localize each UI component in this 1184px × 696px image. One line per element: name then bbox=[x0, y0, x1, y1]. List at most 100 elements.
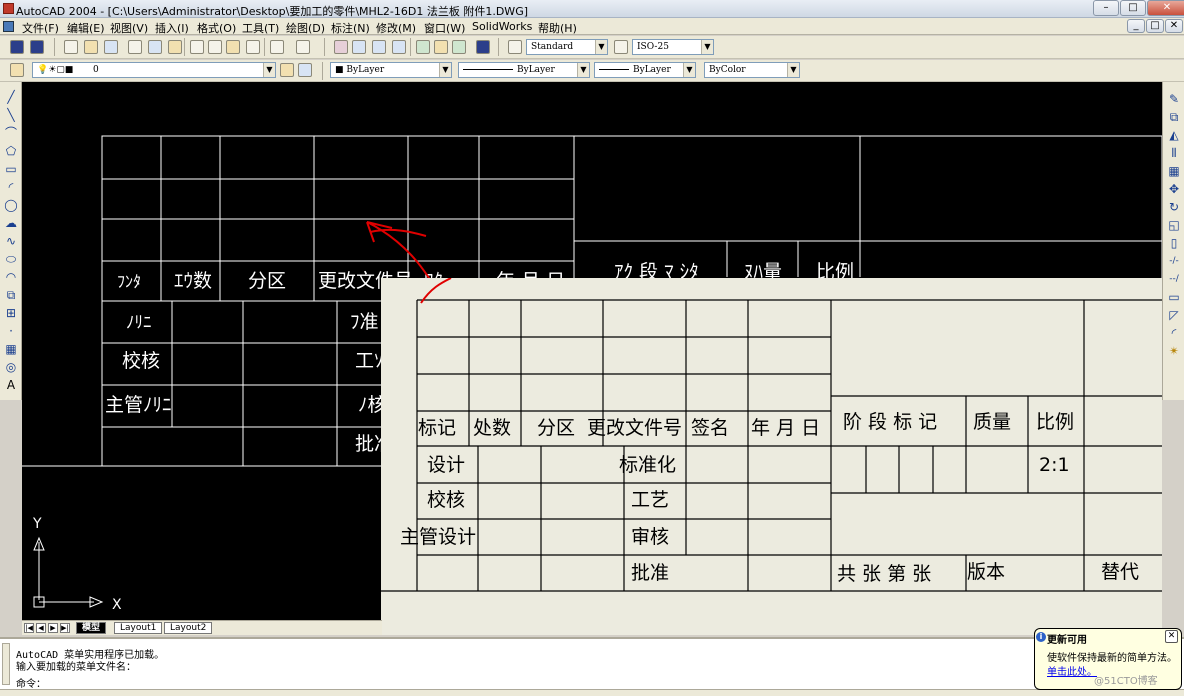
last-tab-button[interactable]: ▶| bbox=[60, 623, 70, 633]
command-prompt[interactable]: 命令： bbox=[16, 675, 46, 690]
restore-button[interactable]: □ bbox=[1120, 0, 1146, 16]
plot-icon[interactable] bbox=[128, 40, 142, 54]
ellipse-icon[interactable]: ⬭ bbox=[4, 252, 18, 266]
first-tab-button[interactable]: |◀ bbox=[24, 623, 34, 633]
balloon-link[interactable]: 单击此处。 bbox=[1047, 663, 1097, 678]
fillet-icon[interactable]: ◜ bbox=[1167, 326, 1181, 340]
extend-icon[interactable]: --/ bbox=[1167, 272, 1181, 286]
solidworks-open-icon[interactable] bbox=[30, 40, 44, 54]
break-icon[interactable]: ▭ bbox=[1167, 290, 1181, 304]
balloon-close-button[interactable]: ✕ bbox=[1165, 630, 1178, 643]
tab-layout2[interactable]: Layout2 bbox=[164, 622, 213, 634]
menu-insert[interactable]: 插入(I) bbox=[155, 20, 189, 36]
pan-icon[interactable] bbox=[334, 40, 348, 54]
chevron-down-icon[interactable]: ▼ bbox=[439, 63, 451, 77]
dimension-style-icon[interactable] bbox=[614, 40, 628, 54]
properties-icon[interactable] bbox=[416, 40, 430, 54]
menu-window[interactable]: 窗口(W) bbox=[424, 20, 465, 36]
dimension-style-select[interactable]: ISO-25 ▼ bbox=[632, 39, 714, 55]
chevron-down-icon[interactable]: ▼ bbox=[595, 40, 607, 54]
text-style-select[interactable]: Standard ▼ bbox=[526, 39, 608, 55]
text-style-icon[interactable] bbox=[508, 40, 522, 54]
save-icon[interactable] bbox=[104, 40, 118, 54]
spline-icon[interactable]: ∿ bbox=[4, 234, 18, 248]
doc-minimize-button[interactable]: _ bbox=[1127, 19, 1145, 33]
paste-icon[interactable] bbox=[226, 40, 240, 54]
rotate-icon[interactable]: ↻ bbox=[1167, 200, 1181, 214]
match-properties-icon[interactable] bbox=[246, 40, 260, 54]
trim-icon[interactable]: -/- bbox=[1167, 254, 1181, 268]
chevron-down-icon[interactable]: ▼ bbox=[577, 63, 589, 77]
chevron-down-icon[interactable]: ▼ bbox=[701, 40, 713, 54]
menu-file[interactable]: 文件(F) bbox=[22, 20, 59, 36]
help-icon[interactable] bbox=[476, 40, 490, 54]
layer-previous-icon[interactable] bbox=[298, 63, 312, 77]
chamfer-icon[interactable]: ◸ bbox=[1167, 308, 1181, 322]
rectangle-icon[interactable]: ▭ bbox=[4, 162, 18, 176]
make-current-layer-icon[interactable] bbox=[280, 63, 294, 77]
point-icon[interactable]: · bbox=[4, 324, 18, 338]
close-button[interactable]: ✕ bbox=[1147, 0, 1184, 16]
circle-icon[interactable]: ◯ bbox=[4, 198, 18, 212]
insert-block-icon[interactable]: ⧉ bbox=[4, 288, 18, 302]
plotstyle-select[interactable]: ByColor ▼ bbox=[704, 62, 800, 78]
doc-close-button[interactable]: ✕ bbox=[1165, 19, 1183, 33]
color-select[interactable]: ■ ByLayer ▼ bbox=[330, 62, 452, 78]
revision-cloud-icon[interactable]: ☁ bbox=[4, 216, 18, 230]
chevron-down-icon[interactable]: ▼ bbox=[787, 63, 799, 77]
menu-tools[interactable]: 工具(T) bbox=[242, 20, 279, 36]
erase-icon[interactable]: ✎ bbox=[1167, 92, 1181, 106]
scale-icon[interactable]: ◱ bbox=[1167, 218, 1181, 232]
prev-tab-button[interactable]: ◀ bbox=[36, 623, 46, 633]
polygon-icon[interactable]: ⬠ bbox=[4, 144, 18, 158]
hatch-icon[interactable]: ▦ bbox=[4, 342, 18, 356]
zoom-window-icon[interactable] bbox=[372, 40, 386, 54]
menu-solidworks[interactable]: SolidWorks bbox=[472, 20, 532, 33]
explode-icon[interactable]: ✴ bbox=[1167, 344, 1181, 358]
design-center-icon[interactable] bbox=[434, 40, 448, 54]
tab-model[interactable]: 模型 bbox=[76, 622, 107, 634]
region-icon[interactable]: ◎ bbox=[4, 360, 18, 374]
zoom-previous-icon[interactable] bbox=[392, 40, 406, 54]
polyline-icon[interactable]: ⌒ bbox=[4, 126, 18, 140]
tool-palettes-icon[interactable] bbox=[452, 40, 466, 54]
minimize-button[interactable]: – bbox=[1093, 0, 1119, 16]
layer-select[interactable]: 💡☀▢■ 0 ▼ bbox=[32, 62, 276, 78]
menu-format[interactable]: 格式(O) bbox=[197, 20, 236, 36]
publish-icon[interactable] bbox=[168, 40, 182, 54]
tab-layout1[interactable]: Layout1 bbox=[114, 622, 163, 634]
chevron-down-icon[interactable]: ▼ bbox=[683, 63, 695, 77]
make-block-icon[interactable]: ⊞ bbox=[4, 306, 18, 320]
menu-help[interactable]: 帮助(H) bbox=[538, 20, 577, 36]
solidworks-icon[interactable] bbox=[10, 40, 24, 54]
copy-object-icon[interactable]: ⧉ bbox=[1167, 110, 1181, 124]
ellipse-arc-icon[interactable]: ◠ bbox=[4, 270, 18, 284]
menu-draw[interactable]: 绘图(D) bbox=[286, 20, 325, 36]
doc-restore-button[interactable]: □ bbox=[1146, 19, 1164, 33]
copy-icon[interactable] bbox=[208, 40, 222, 54]
cut-icon[interactable] bbox=[190, 40, 204, 54]
open-file-icon[interactable] bbox=[84, 40, 98, 54]
line-icon[interactable]: ╱ bbox=[4, 90, 18, 104]
plot-preview-icon[interactable] bbox=[148, 40, 162, 54]
move-icon[interactable]: ✥ bbox=[1167, 182, 1181, 196]
menu-modify[interactable]: 修改(M) bbox=[376, 20, 416, 36]
linetype-select[interactable]: ByLayer ▼ bbox=[458, 62, 590, 78]
command-window-grip[interactable] bbox=[2, 643, 10, 685]
menu-edit[interactable]: 编辑(E) bbox=[67, 20, 105, 36]
command-line-window[interactable]: AutoCAD 菜单实用程序已加载。 输入要加载的菜单文件名： 命令： bbox=[0, 637, 1184, 690]
autocad-app-icon[interactable] bbox=[3, 3, 14, 14]
chevron-down-icon[interactable]: ▼ bbox=[263, 63, 275, 77]
undo-icon[interactable] bbox=[270, 40, 284, 54]
menu-view[interactable]: 视图(V) bbox=[110, 20, 148, 36]
offset-icon[interactable]: ⫴ bbox=[1167, 146, 1181, 160]
menu-dimension[interactable]: 标注(N) bbox=[331, 20, 370, 36]
layer-manager-icon[interactable] bbox=[10, 63, 24, 77]
zoom-realtime-icon[interactable] bbox=[352, 40, 366, 54]
mirror-icon[interactable]: ◭ bbox=[1167, 128, 1181, 142]
lineweight-select[interactable]: ByLayer ▼ bbox=[594, 62, 696, 78]
stretch-icon[interactable]: ▯ bbox=[1167, 236, 1181, 250]
array-icon[interactable]: ▦ bbox=[1167, 164, 1181, 178]
new-file-icon[interactable] bbox=[64, 40, 78, 54]
next-tab-button[interactable]: ▶ bbox=[48, 623, 58, 633]
